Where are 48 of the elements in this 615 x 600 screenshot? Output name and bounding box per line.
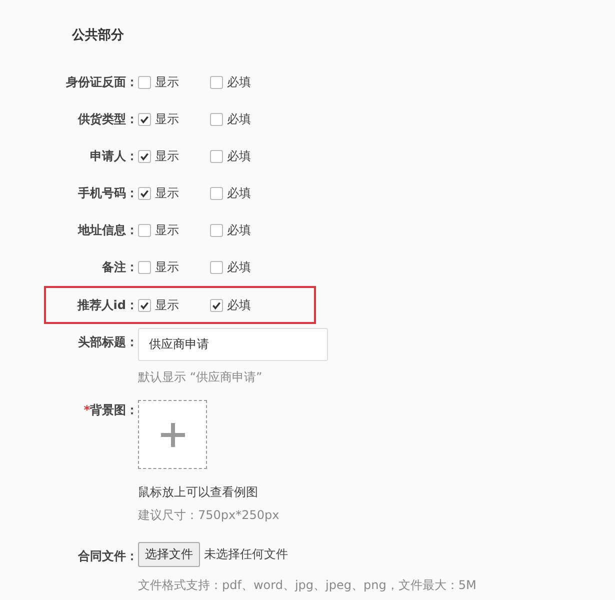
field-label: 头部标题： <box>77 334 138 351</box>
field-label: 推荐人id： <box>76 296 138 314</box>
hint-text: 默认显示 “供应商申请” <box>138 369 262 386</box>
checkbox-label: 必填 <box>227 74 251 90</box>
show-checkbox[interactable] <box>138 186 151 200</box>
checkbox-label: 必填 <box>227 148 251 164</box>
checkbox-label: 显示 <box>155 258 179 276</box>
section-title: 公共部分 <box>72 26 125 44</box>
checkbox-label: 必填 <box>227 296 251 314</box>
show-checkbox[interactable] <box>138 260 151 274</box>
required-checkbox[interactable] <box>210 298 223 312</box>
show-checkbox[interactable] <box>138 112 151 126</box>
checkbox-label: 显示 <box>155 184 179 202</box>
field-label: 申请人： <box>89 148 138 164</box>
checkbox-label: 必填 <box>227 258 251 276</box>
choose-file-button[interactable]: 选择文件 <box>138 542 200 567</box>
required-checkbox[interactable] <box>210 224 223 236</box>
field-label: *背景图： <box>82 402 138 419</box>
hint-text: 鼠标放上可以查看例图 <box>138 484 258 501</box>
field-label: 供货类型： <box>76 110 138 128</box>
header-title-field[interactable]: 供应商申请 <box>138 328 328 361</box>
checkbox-label: 显示 <box>155 222 179 238</box>
required-checkbox[interactable] <box>210 260 223 274</box>
show-checkbox[interactable] <box>138 224 151 236</box>
required-checkbox[interactable] <box>210 150 223 162</box>
checkbox-label: 显示 <box>155 296 179 314</box>
checkbox-label: 必填 <box>227 184 251 202</box>
checkbox-label: 显示 <box>155 148 179 164</box>
field-label: 身份证反面： <box>65 74 138 90</box>
checkbox-label: 必填 <box>227 222 251 238</box>
hint-text: 建议尺寸：750px*250px <box>138 507 280 524</box>
required-checkbox[interactable] <box>210 112 223 126</box>
show-checkbox[interactable] <box>138 150 151 162</box>
hint-text: 文件格式支持：pdf、word、jpg、jpeg、png，文件最大：5M <box>138 577 476 594</box>
checkbox-label: 必填 <box>227 110 251 128</box>
field-label: 地址信息： <box>76 222 138 238</box>
image-upload-box[interactable] <box>138 400 207 469</box>
required-checkbox[interactable] <box>210 76 223 88</box>
file-status: 未选择任何文件 <box>204 546 288 563</box>
field-label: 手机号码： <box>77 184 138 202</box>
show-checkbox[interactable] <box>138 76 151 88</box>
show-checkbox[interactable] <box>138 298 151 312</box>
field-label: 合同文件： <box>77 548 138 565</box>
plus-icon <box>160 422 184 446</box>
required-checkbox[interactable] <box>210 186 223 200</box>
field-label: 备注： <box>101 258 138 276</box>
checkbox-label: 显示 <box>155 74 179 90</box>
checkbox-label: 显示 <box>155 110 179 128</box>
